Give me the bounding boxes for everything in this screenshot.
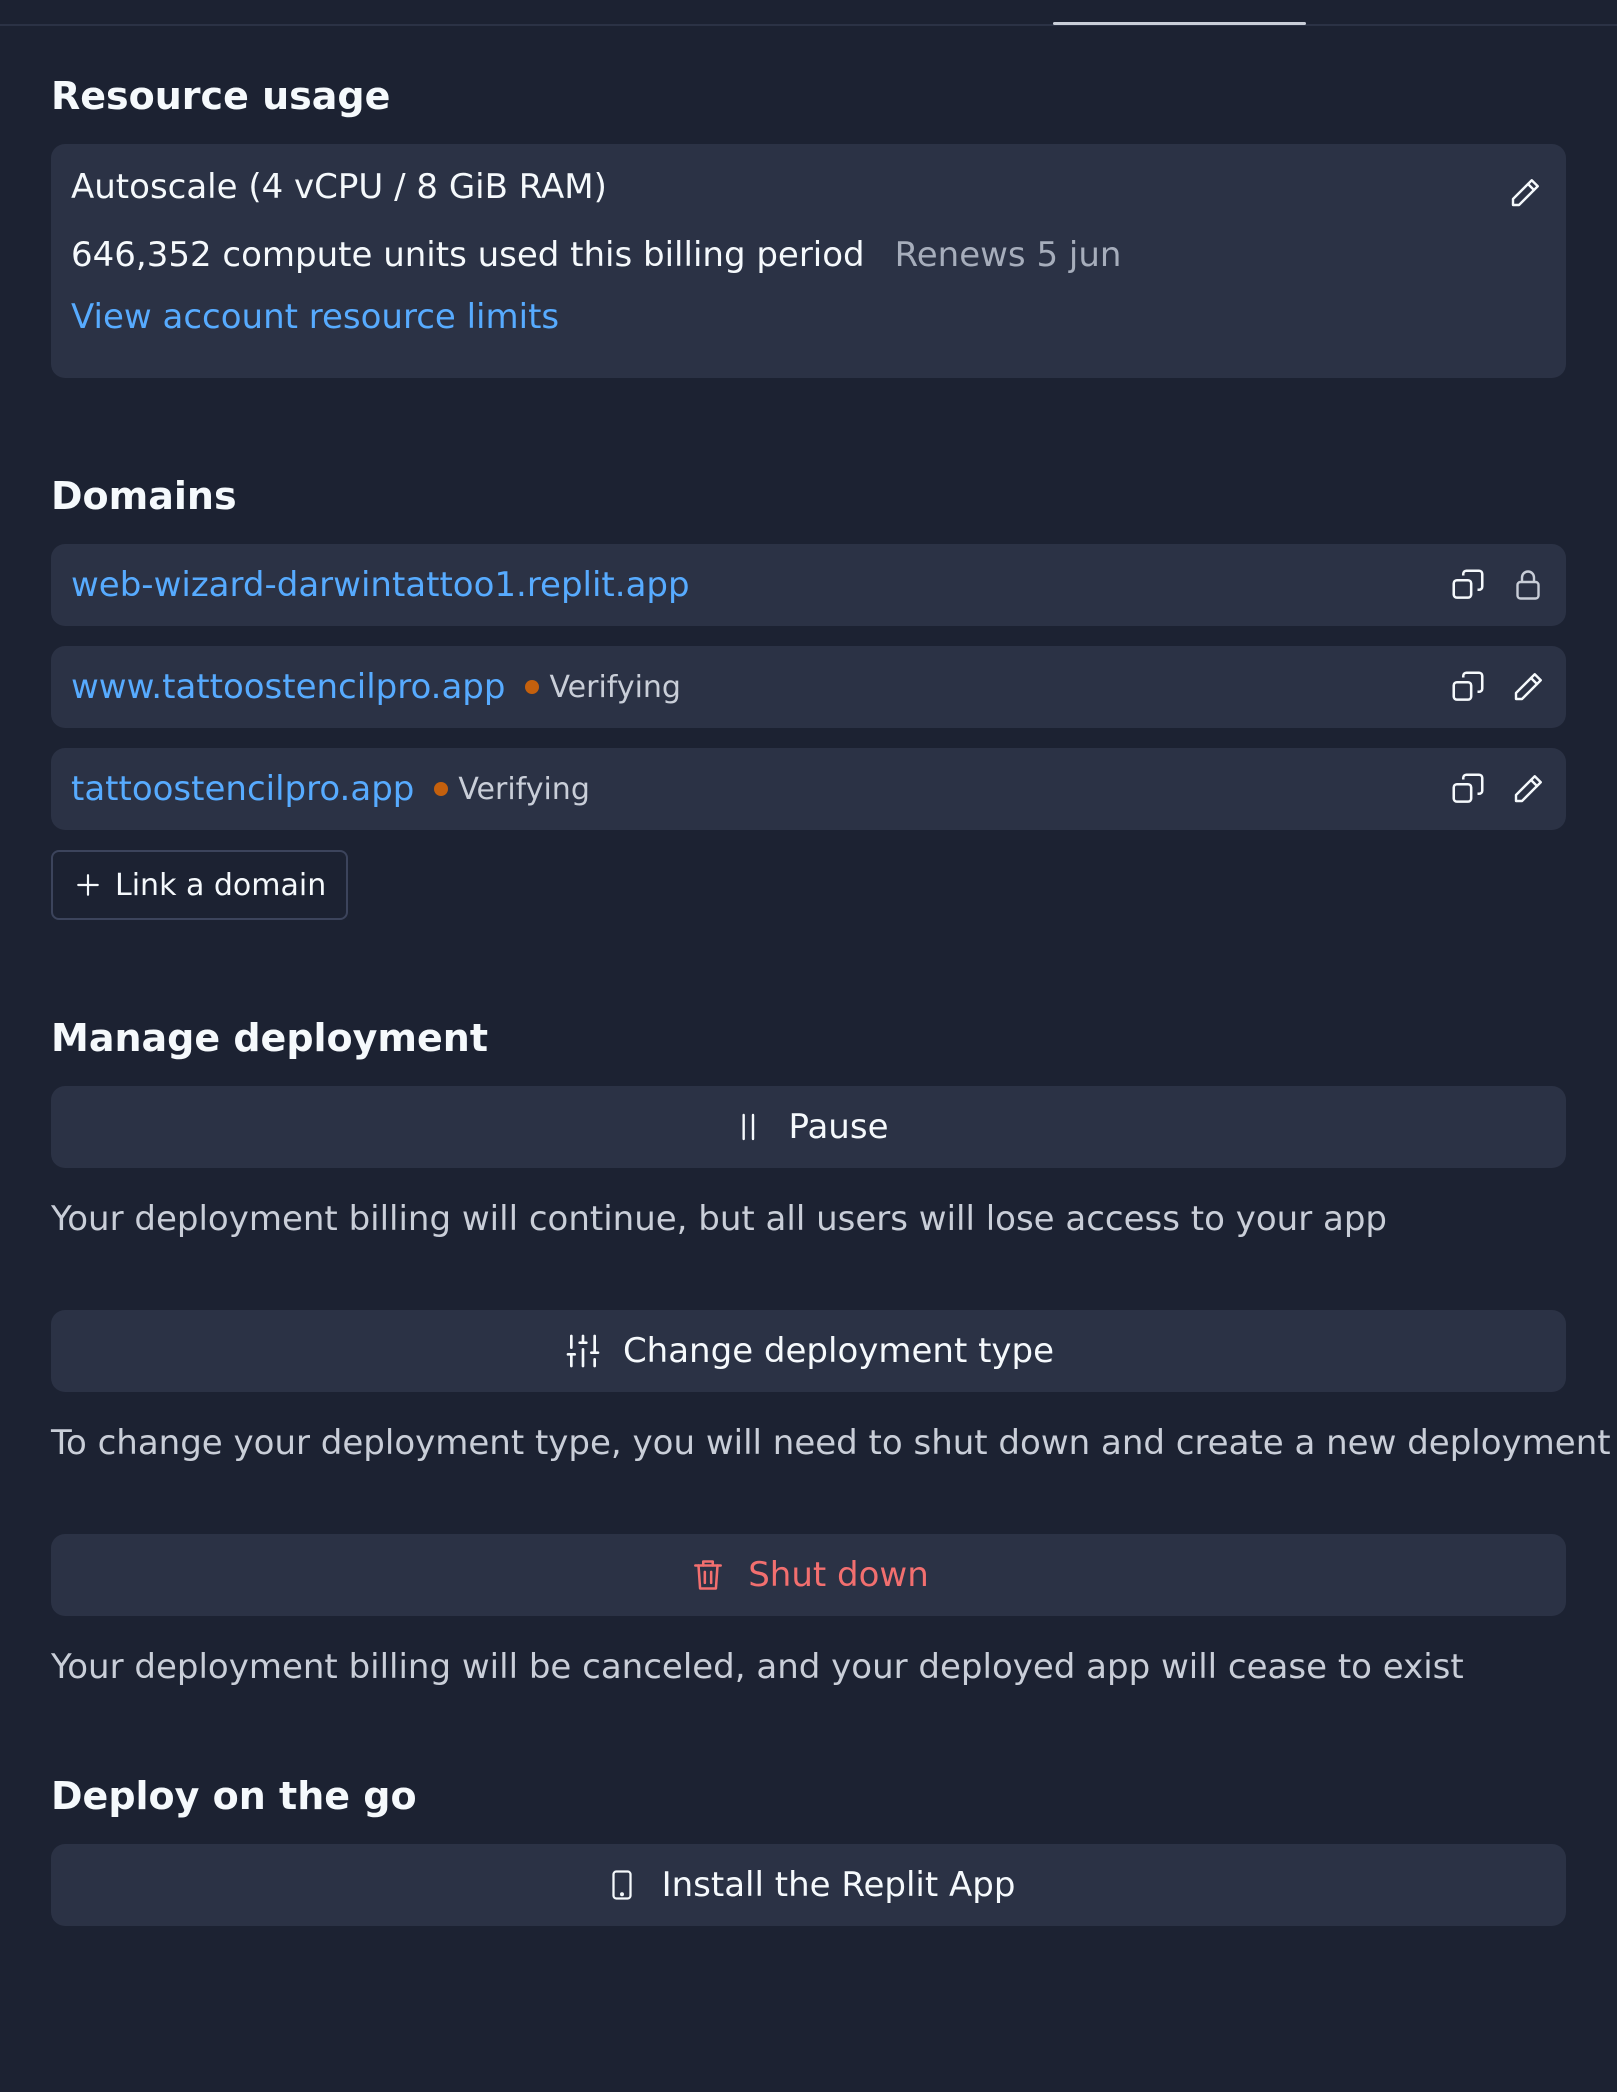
- domain-row-www: www.tattoostencilpro.app Verifying: [51, 646, 1566, 728]
- main-content: Resource usage Autoscale (4 vCPU / 8 GiB…: [51, 48, 1611, 1926]
- trash-icon: [688, 1555, 728, 1595]
- shut-down-button[interactable]: Shut down: [51, 1534, 1566, 1616]
- domain-link[interactable]: tattoostencilpro.app: [71, 769, 414, 809]
- plus-icon: [77, 874, 99, 896]
- renews-text: Renews 5 jun: [894, 235, 1122, 275]
- pencil-icon: [1511, 179, 1539, 207]
- domain-row-apex: tattoostencilpro.app Verifying: [51, 748, 1566, 830]
- link-domain-button[interactable]: Link a domain: [51, 850, 349, 920]
- domain-actions: [1448, 646, 1548, 728]
- domain-link[interactable]: web-wizard-darwintattoo1.replit.app: [71, 565, 690, 605]
- tab-bar: [0, 0, 1617, 26]
- change-deployment-type-description: To change your deployment type, you will…: [51, 1423, 1611, 1463]
- compute-usage-line: 646,352 compute units used this billing …: [71, 232, 1546, 278]
- pause-label: Pause: [788, 1107, 889, 1147]
- change-deployment-type-button[interactable]: Change deployment type: [51, 1310, 1566, 1392]
- shut-down-label: Shut down: [748, 1555, 929, 1595]
- compute-units-text: 646,352 compute units used this billing …: [71, 235, 865, 275]
- change-deployment-type-label: Change deployment type: [622, 1331, 1055, 1371]
- domain-actions: [1448, 544, 1548, 626]
- view-resource-limits-link[interactable]: View account resource limits: [71, 294, 1546, 340]
- copy-icon[interactable]: [1448, 667, 1488, 707]
- phone-icon: [602, 1865, 642, 1905]
- status-badge: Verifying: [434, 772, 590, 807]
- pencil-icon[interactable]: [1508, 769, 1548, 809]
- resource-usage-card: Autoscale (4 vCPU / 8 GiB RAM) 646,352 c…: [51, 144, 1566, 378]
- deployment-settings-page: Resource usage Autoscale (4 vCPU / 8 GiB…: [0, 0, 1617, 2092]
- install-replit-app-button[interactable]: Install the Replit App: [51, 1844, 1566, 1926]
- status-badge: Verifying: [525, 670, 681, 705]
- active-tab-indicator: [1053, 22, 1306, 25]
- domain-actions: [1448, 748, 1548, 830]
- domain-row-replit: web-wizard-darwintattoo1.replit.app: [51, 544, 1566, 626]
- edit-machine-button[interactable]: [1502, 170, 1548, 216]
- manage-deployment-title: Manage deployment: [51, 1016, 489, 1060]
- deploy-on-the-go-title: Deploy on the go: [51, 1774, 417, 1818]
- domain-link[interactable]: www.tattoostencilpro.app: [71, 667, 505, 707]
- resource-usage-title: Resource usage: [51, 74, 391, 118]
- pause-description: Your deployment billing will continue, b…: [51, 1199, 1387, 1239]
- copy-icon[interactable]: [1448, 769, 1488, 809]
- pause-icon: [729, 1107, 769, 1147]
- machine-type: Autoscale (4 vCPU / 8 GiB RAM): [71, 167, 607, 207]
- status-dot: [525, 680, 540, 694]
- sliders-icon: [563, 1331, 603, 1371]
- copy-icon[interactable]: [1448, 565, 1488, 605]
- status-text: Verifying: [549, 669, 681, 705]
- lock-icon: [1508, 565, 1548, 605]
- pencil-icon[interactable]: [1508, 667, 1548, 707]
- status-dot: [434, 782, 449, 796]
- pause-button[interactable]: Pause: [51, 1086, 1566, 1168]
- status-text: Verifying: [458, 771, 590, 807]
- domains-title: Domains: [51, 474, 237, 518]
- install-replit-app-label: Install the Replit App: [661, 1865, 1016, 1905]
- shut-down-description: Your deployment billing will be canceled…: [51, 1647, 1464, 1687]
- link-domain-label: Link a domain: [115, 867, 327, 903]
